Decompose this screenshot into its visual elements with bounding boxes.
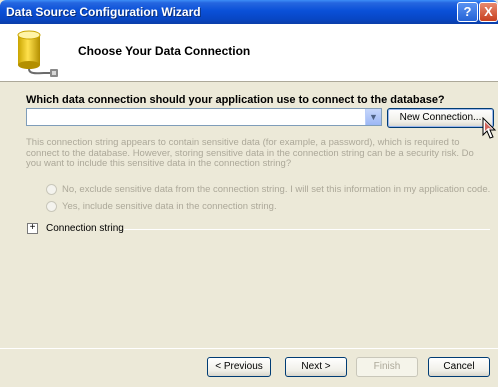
previous-button[interactable]: < Previous [207,357,271,377]
expand-icon[interactable]: + [27,223,38,234]
new-connection-button[interactable]: New Connection... [387,108,494,128]
next-button[interactable]: Next > [285,357,347,377]
database-icon [17,30,58,77]
wizard-window: Data Source Configuration Wizard ? X Cho… [0,0,498,387]
include-sensitive-data-label: Yes, include sensitive data in the conne… [62,201,277,212]
exclude-sensitive-data-radio[interactable] [46,184,57,195]
footer-divider [0,348,498,349]
connection-select[interactable]: ▼ [26,108,382,126]
titlebar[interactable]: Data Source Configuration Wizard ? X [0,0,498,24]
exclude-sensitive-data-label: No, exclude sensitive data from the conn… [62,184,491,195]
section-divider [124,229,490,230]
connection-string-label: Connection string [46,223,124,234]
sensitive-data-description: This connection string appears to contai… [26,137,474,169]
page-heading: Choose Your Data Connection [78,44,251,58]
finish-button[interactable]: Finish [356,357,418,377]
help-button[interactable]: ? [457,2,478,22]
chevron-down-icon[interactable]: ▼ [365,109,381,125]
connection-question: Which data connection should your applic… [26,94,445,106]
close-button[interactable]: X [479,2,498,22]
include-sensitive-data-radio[interactable] [46,201,57,212]
window-title: Data Source Configuration Wizard [6,5,201,19]
wizard-header: Choose Your Data Connection [0,24,498,82]
cancel-button[interactable]: Cancel [428,357,490,377]
